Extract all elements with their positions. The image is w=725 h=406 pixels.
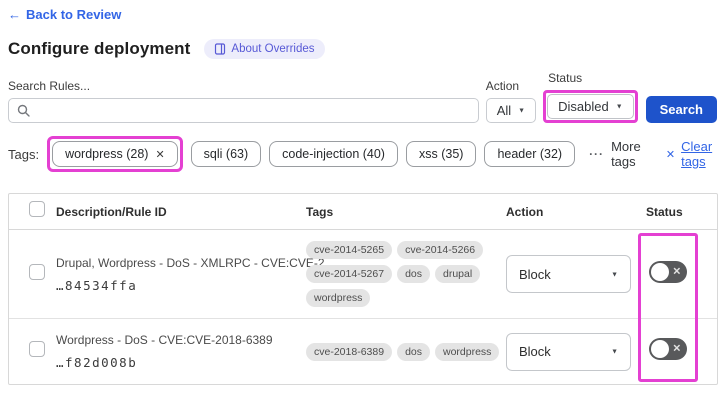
rule-tags-cell: cve-2018-6389 dos wordpress: [306, 342, 506, 361]
action-label: Action: [485, 79, 520, 93]
rule-description-cell: Drupal, Wordpress - DoS - XMLRPC - CVE:C…: [56, 255, 337, 293]
rule-tags-cell: cve-2014-5265 cve-2014-5266 cve-2014-526…: [306, 241, 506, 307]
search-rules-field: Search Rules...: [8, 79, 479, 123]
book-icon: [215, 43, 226, 55]
status-toggle[interactable]: ✕: [649, 260, 687, 283]
tag-filter-label: wordpress (28): [65, 147, 149, 161]
about-badge-label: About Overrides: [231, 43, 315, 55]
column-header-description: Description/Rule ID: [56, 204, 167, 219]
filter-row: Search Rules... Action All ▼ Status Disa…: [8, 71, 717, 123]
tag-filter-xss[interactable]: xss (35): [405, 141, 477, 167]
more-tags-button[interactable]: ··· More tags: [589, 139, 644, 169]
page-title: Configure deployment: [8, 39, 191, 58]
back-to-review-link[interactable]: ← Back to Review: [8, 7, 121, 22]
rule-tag: cve-2018-6389: [306, 342, 393, 361]
tags-bar: Tags: wordpress (28) ✕ sqli (63) code-in…: [8, 136, 717, 172]
ellipsis-icon: ···: [589, 147, 605, 161]
rule-id: …84534ffa: [56, 277, 138, 293]
table-header-row: Description/Rule ID Tags Action Status: [9, 194, 717, 230]
toggle-knob: [651, 340, 669, 358]
status-dropdown[interactable]: Disabled ▼: [547, 94, 634, 119]
rule-description-cell: Wordpress - DoS - CVE:CVE-2018-6389 …f82…: [56, 333, 306, 370]
search-input[interactable]: [36, 99, 470, 122]
status-filter: Status Disabled ▼: [543, 71, 638, 123]
search-rules-label: Search Rules...: [8, 79, 91, 93]
more-tags-label: More tags: [611, 139, 641, 169]
rule-tag: cve-2014-5266: [397, 241, 484, 259]
toggle-off-icon: ✕: [672, 266, 681, 277]
select-all-checkbox[interactable]: [29, 201, 45, 217]
table-row: Wordpress - DoS - CVE:CVE-2018-6389 …f82…: [9, 318, 717, 384]
annotation-highlight-status-dropdown: Disabled ▼: [543, 90, 638, 123]
rule-tag: cve-2014-5265: [306, 241, 393, 259]
search-box[interactable]: [8, 98, 479, 123]
rule-tag: dos: [397, 342, 430, 361]
status-dropdown-value: Disabled: [558, 99, 609, 114]
action-dropdown[interactable]: All ▼: [485, 98, 537, 123]
tag-filter-header[interactable]: header (32): [484, 141, 576, 167]
column-header-tags: Tags: [306, 204, 334, 219]
tag-filter-sqli[interactable]: sqli (63): [190, 141, 262, 167]
annotation-highlight-wordpress-tag: wordpress (28) ✕: [47, 136, 183, 172]
search-icon: [17, 104, 30, 117]
toggle-off-icon: ✕: [672, 343, 681, 355]
back-link-label: Back to Review: [26, 7, 122, 22]
rule-description: Drupal, Wordpress - DoS - XMLRPC - CVE:C…: [56, 255, 337, 270]
clear-tags-label: Clear tags: [681, 139, 713, 169]
table-row: Drupal, Wordpress - DoS - XMLRPC - CVE:C…: [9, 230, 717, 318]
search-button[interactable]: Search: [645, 96, 717, 123]
tag-filter-wordpress[interactable]: wordpress (28) ✕: [52, 141, 178, 167]
action-select[interactable]: Block ▼: [506, 332, 631, 371]
action-dropdown-value: All: [496, 103, 512, 118]
column-header-action: Action: [506, 204, 544, 219]
close-icon: ✕: [665, 148, 676, 161]
row-checkbox[interactable]: [29, 341, 45, 357]
chevron-down-icon: ▼: [611, 271, 618, 278]
rule-tag: wordpress: [306, 289, 371, 307]
about-overrides-badge[interactable]: About Overrides: [204, 39, 325, 59]
rule-tag: wordpress: [435, 342, 500, 361]
column-header-status: Status: [646, 204, 683, 219]
rule-description: Wordpress - DoS - CVE:CVE-2018-6389: [56, 333, 273, 347]
chevron-down-icon: ▼: [611, 348, 618, 356]
rule-tag: dos: [397, 265, 430, 283]
title-row: Configure deployment About Overrides: [8, 39, 717, 59]
chevron-down-icon: ▼: [615, 103, 623, 111]
tag-filter-code-injection[interactable]: code-injection (40): [269, 141, 398, 167]
rule-id: …f82d008b: [56, 355, 138, 370]
rule-tag: cve-2014-5267: [306, 265, 393, 283]
toggle-knob: [651, 262, 669, 281]
row-checkbox[interactable]: [29, 263, 45, 280]
action-select-value: Block: [519, 266, 551, 282]
action-select[interactable]: Block ▼: [506, 255, 631, 293]
action-filter: Action All ▼: [485, 79, 537, 123]
status-toggle[interactable]: ✕: [649, 338, 687, 360]
clear-tags-button[interactable]: ✕ Clear tags: [666, 139, 717, 169]
rules-table: Description/Rule ID Tags Action Status D…: [8, 193, 718, 385]
configure-deployment-page: ← Back to Review Configure deployment Ab…: [0, 0, 725, 406]
remove-tag-icon[interactable]: ✕: [155, 148, 164, 161]
chevron-down-icon: ▼: [518, 107, 526, 115]
action-select-value: Block: [519, 344, 551, 359]
rule-tag: drupal: [435, 265, 481, 283]
back-arrow-icon: ←: [8, 7, 21, 22]
tags-bar-label: Tags:: [8, 146, 40, 162]
status-label: Status: [548, 71, 583, 85]
